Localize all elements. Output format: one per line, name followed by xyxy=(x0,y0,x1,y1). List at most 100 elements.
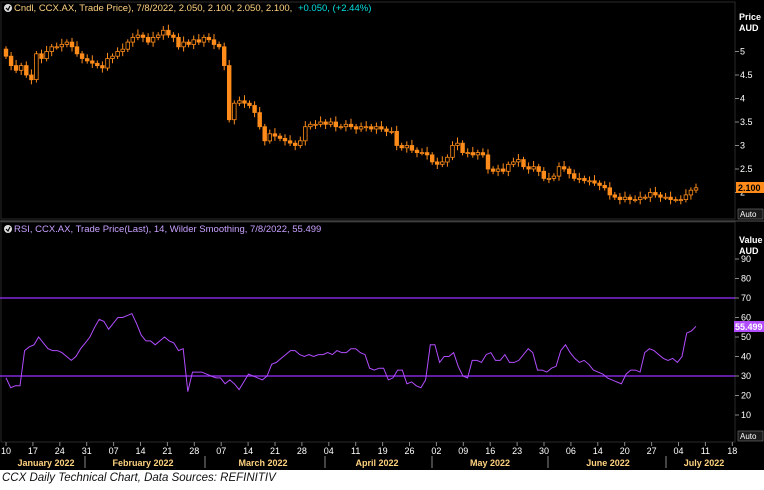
candle-body xyxy=(313,123,318,126)
x-axis-day-label: 21 xyxy=(162,446,172,456)
candle-body xyxy=(13,65,19,71)
candle-body xyxy=(394,130,399,146)
candle-body xyxy=(495,168,501,172)
price-axis-tick-label: 3.5 xyxy=(740,117,753,127)
candle-body xyxy=(125,41,130,50)
candle-body xyxy=(622,196,628,200)
candle-body xyxy=(59,44,64,48)
chart-background xyxy=(0,0,764,470)
price-legend-text: Cndl, CCX.AX, Trade Price), 7/8/2022, 2.… xyxy=(14,3,292,14)
candle-body xyxy=(242,100,247,104)
candle-body xyxy=(384,128,389,132)
candle-body xyxy=(587,180,592,183)
candle-body xyxy=(186,41,191,45)
candle-body xyxy=(282,137,288,142)
candle-body xyxy=(577,177,582,180)
x-axis-day-label: 23 xyxy=(512,446,522,456)
candle-body xyxy=(85,58,90,62)
x-axis-day-label: 06 xyxy=(566,446,576,456)
candle-body xyxy=(110,55,115,60)
candle-body xyxy=(267,133,272,142)
candle-body xyxy=(653,192,658,196)
candle-body xyxy=(39,53,44,59)
candle-body xyxy=(490,168,496,172)
candle-body xyxy=(176,37,181,48)
candle-body xyxy=(485,154,491,170)
candle-body xyxy=(272,133,278,137)
candle-body xyxy=(632,199,638,202)
candle-body xyxy=(379,126,384,130)
candle-body xyxy=(429,154,435,163)
candle-body xyxy=(445,156,450,163)
chart-caption: CCX Daily Technical Chart, Data Sources:… xyxy=(2,472,276,484)
candle-body xyxy=(166,29,171,36)
candle-body xyxy=(455,142,460,146)
x-axis-day-label: 20 xyxy=(620,446,630,456)
x-axis-month-label: April 2022 xyxy=(355,458,398,468)
candle-body xyxy=(546,177,552,180)
rsi-axis-tick-label: 20 xyxy=(741,391,751,401)
chart-area: 54.543.532.52 908070605040302010 1017243… xyxy=(0,0,764,470)
candle-body xyxy=(338,126,344,129)
candle-body xyxy=(54,46,59,49)
x-axis-day-label: 14 xyxy=(243,446,253,456)
candle-body xyxy=(561,166,567,170)
x-axis-day-label: 28 xyxy=(297,446,307,456)
candle-body xyxy=(414,149,420,153)
candle-body xyxy=(237,100,242,104)
candle-body xyxy=(643,196,648,199)
price-axis-title: Price xyxy=(739,12,761,22)
x-axis-day-label: 07 xyxy=(216,446,226,456)
rsi-axis-unit: AUD xyxy=(739,246,759,256)
candle-body xyxy=(480,152,486,156)
candle-body xyxy=(556,166,562,177)
candle-body xyxy=(247,102,252,106)
candle-body xyxy=(135,34,141,38)
candle-body xyxy=(232,102,237,121)
price-auto-label: Auto xyxy=(740,210,757,219)
candle-body xyxy=(460,142,465,153)
price-axis-tick-label: 5 xyxy=(740,47,745,57)
candle-body xyxy=(34,53,39,80)
candle-body xyxy=(440,161,445,165)
candle-body xyxy=(419,152,425,155)
price-last-value: 2.100 xyxy=(738,183,761,193)
price-axis-unit: AUD xyxy=(739,23,759,33)
candle-body xyxy=(668,196,673,200)
candle-body xyxy=(612,194,617,198)
candle-body xyxy=(541,170,546,179)
x-axis-day-label: 19 xyxy=(378,446,388,456)
candle-body xyxy=(617,196,623,200)
rsi-axis[interactable]: 908070605040302010 xyxy=(735,254,751,420)
candle-body xyxy=(567,168,572,175)
candle-body xyxy=(404,145,409,149)
candle-body xyxy=(648,192,653,198)
candle-body xyxy=(262,126,267,142)
candle-body xyxy=(44,51,49,59)
candle-body xyxy=(663,196,668,199)
candle-body xyxy=(572,173,577,179)
candle-body xyxy=(292,142,298,146)
candle-body xyxy=(216,44,222,48)
x-axis-day-label: 28 xyxy=(189,446,199,456)
x-axis-month-label: June 2022 xyxy=(586,458,630,468)
candle-body xyxy=(181,41,186,48)
candle-body xyxy=(155,34,161,38)
candle-body xyxy=(90,60,95,64)
candle-body xyxy=(526,166,531,170)
candle-body xyxy=(399,145,404,149)
candle-body xyxy=(211,39,217,45)
price-axis-tick-label: 3 xyxy=(740,141,745,151)
candle-body xyxy=(602,184,607,189)
x-axis-day-label: 18 xyxy=(727,446,737,456)
x-axis-day-label: 02 xyxy=(431,446,441,456)
x-axis-day-label: 09 xyxy=(458,446,468,456)
candle-body xyxy=(516,159,521,163)
rsi-last-value: 55.499 xyxy=(735,322,763,332)
candle-body xyxy=(196,39,201,43)
candle-body xyxy=(150,37,156,43)
price-axis-tick-label: 4.5 xyxy=(740,70,753,80)
candle-body xyxy=(333,121,338,128)
candle-body xyxy=(74,46,80,55)
candle-body xyxy=(511,161,516,165)
